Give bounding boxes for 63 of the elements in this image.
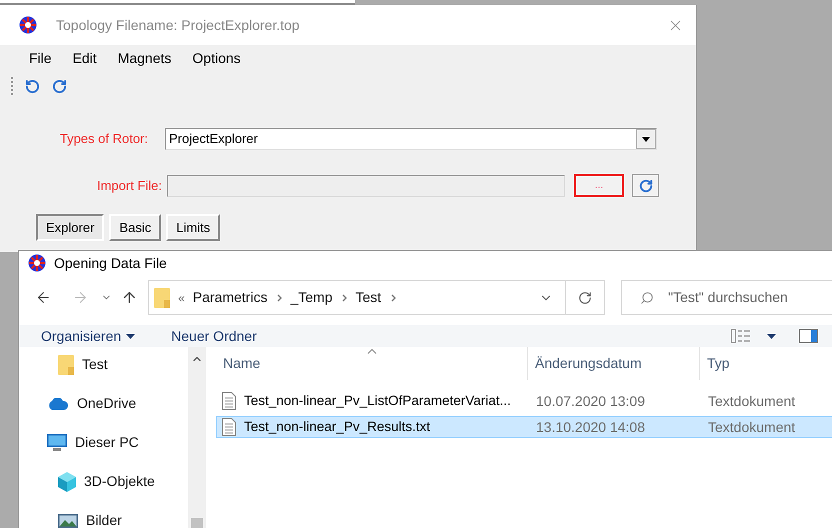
nav-item[interactable]: Dieser PC [19, 423, 188, 462]
modified-date: 13.10.2020 14:08 [535, 418, 646, 436]
sort-caret-icon [367, 349, 376, 354]
command-button[interactable]: Organisieren [41, 326, 136, 347]
search-icon [640, 290, 654, 305]
address-bar[interactable]: « Parametrics _Temp Test [148, 280, 606, 316]
column-header[interactable]: Änderungsdatum [528, 347, 700, 380]
refresh-icon [638, 178, 652, 192]
menu-item[interactable]: File [29, 48, 52, 69]
cloud-icon [47, 398, 69, 410]
file-name: Test_non-linear_Pv_ListOfParameterVariat... [244, 392, 511, 410]
preview-pane-icon[interactable] [799, 329, 818, 344]
menu-item[interactable]: Magnets [118, 48, 172, 69]
file-type: Textdokument [707, 418, 796, 436]
field-label: Import File: [96, 176, 162, 195]
folder-icon [58, 354, 74, 374]
monitor-icon [47, 434, 67, 452]
chevron-right-icon[interactable] [277, 294, 282, 302]
refresh-icon[interactable] [578, 290, 592, 305]
breadcrumb-item[interactable]: _Temp [290, 287, 332, 308]
app-logo-icon [19, 16, 37, 34]
dialog-title: Opening Data File [54, 254, 167, 273]
tab[interactable]: Basic [109, 214, 162, 241]
command-button[interactable]: Neuer Ordner [171, 326, 257, 347]
file-row[interactable]: Test_non-linear_Pv_ListOfParameterVariat... 10.07.2020 13:09 Textdokument [216, 390, 832, 412]
tab[interactable]: Limits [166, 214, 220, 241]
view-options-icon[interactable] [731, 329, 751, 344]
redo-icon[interactable] [52, 78, 67, 94]
cube-icon [58, 472, 76, 492]
folder-icon [154, 288, 170, 308]
breadcrumb-item[interactable]: Parametrics [192, 287, 268, 308]
rotor-type-dropdown[interactable]: ProjectExplorer [165, 128, 657, 150]
column-header[interactable]: Name [216, 347, 528, 380]
refresh-button[interactable] [632, 174, 659, 197]
window-title: Topology Filename: ProjectExplorer.top [56, 16, 300, 35]
nav-item[interactable]: 3D-Objekte [19, 462, 188, 501]
search-box[interactable]: "Test" durchsuchen [621, 280, 832, 316]
app-logo-icon [28, 254, 46, 272]
search-field[interactable]: "Test" durchsuchen [668, 287, 818, 308]
scrollbar[interactable] [188, 347, 206, 528]
image-icon [58, 514, 78, 528]
nav-item[interactable]: Bilder [19, 501, 188, 528]
menu-item[interactable]: Edit [72, 48, 97, 69]
file-row[interactable]: Test_non-linear_Pv_Results.txt 13.10.2020 14:08 Textdokument [216, 416, 832, 438]
nav-item[interactable]: OneDrive [19, 384, 188, 423]
field-label: Types of Rotor: [58, 130, 148, 148]
file-type: Textdokument [707, 392, 796, 410]
column-header[interactable]: Typ [700, 347, 810, 380]
chevron-right-icon[interactable] [391, 294, 396, 302]
breadcrumb-item[interactable]: Test [355, 287, 382, 308]
modified-date: 10.07.2020 13:09 [535, 392, 646, 410]
document-icon [222, 418, 236, 436]
caret-icon [126, 334, 136, 339]
import-file-field[interactable] [167, 174, 565, 196]
file-name: Test_non-linear_Pv_Results.txt [244, 418, 430, 436]
nav-item[interactable]: Test [19, 345, 188, 384]
caret-icon[interactable] [767, 334, 776, 339]
document-icon [222, 392, 236, 410]
chevron-right-icon[interactable] [342, 294, 348, 302]
menu-item[interactable]: Options [192, 48, 241, 69]
tab[interactable]: Explorer [36, 214, 104, 241]
undo-icon[interactable] [25, 78, 40, 94]
overflow-chevrons-icon[interactable]: « [178, 288, 185, 307]
